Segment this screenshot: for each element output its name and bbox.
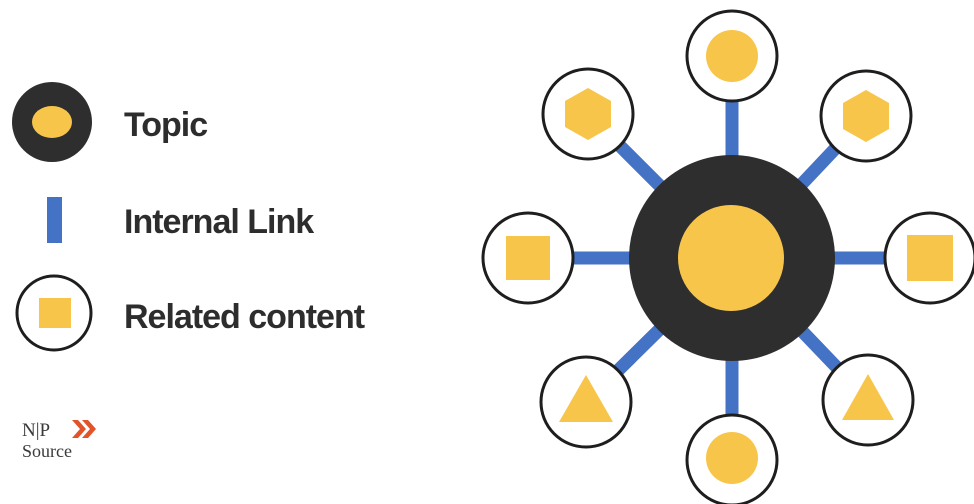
- related-node-top-left: [541, 67, 635, 161]
- related-node-bottom: [685, 413, 779, 504]
- circle-shape: [706, 432, 758, 484]
- topic-cluster-diagram: [481, 9, 974, 504]
- related-node-bottom-right: [821, 353, 915, 447]
- topic-cluster-figure: Topic Internal Link Related content N|P …: [12, 9, 974, 504]
- logo-line1: N|P: [22, 420, 50, 441]
- square-shape: [506, 236, 550, 280]
- legend-link-label: Internal Link: [124, 203, 314, 241]
- related-node-left: [481, 211, 575, 305]
- np-source-logo: N|P Source: [22, 420, 96, 461]
- legend-topic-label: Topic: [124, 106, 207, 144]
- circle-shape: [706, 30, 758, 82]
- related-node-top-right: [819, 69, 913, 163]
- related-node-bottom-left: [539, 355, 633, 449]
- topic-hub: [629, 155, 835, 361]
- logo-line2: Source: [22, 441, 72, 461]
- legend-related-icon: [15, 274, 93, 352]
- legend-related-label: Related content: [124, 298, 365, 336]
- logo-chevron-icon: [72, 420, 96, 438]
- legend-link-icon: [47, 197, 62, 243]
- square-shape: [907, 235, 953, 281]
- legend-topic-icon: [12, 82, 92, 162]
- related-node-top: [685, 9, 779, 103]
- legend: Topic Internal Link Related content: [12, 82, 366, 352]
- related-node-right: [883, 211, 974, 305]
